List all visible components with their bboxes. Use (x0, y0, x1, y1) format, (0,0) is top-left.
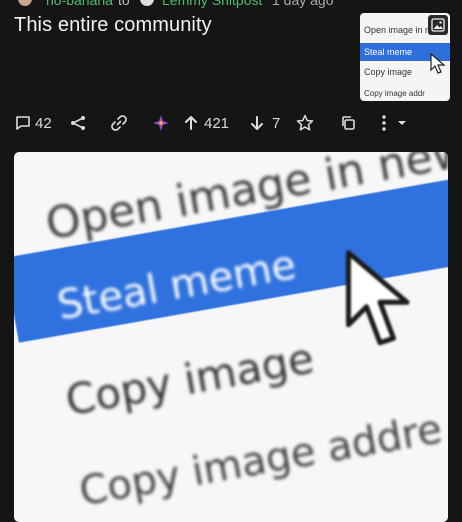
upvote-count: 421 (204, 114, 230, 132)
arrow-down-icon (251, 116, 263, 130)
post-time: 1 day ago (272, 0, 334, 8)
copy-button[interactable] (340, 110, 356, 136)
upvote-button[interactable]: 421 (184, 110, 229, 136)
author-avatar[interactable] (18, 0, 32, 6)
author-link[interactable]: no-banana (46, 0, 113, 8)
more-options-button[interactable] (380, 110, 408, 136)
more-vertical-icon (382, 115, 386, 131)
downvote-count: 7 (272, 114, 281, 132)
post-title[interactable]: This entire community (14, 14, 212, 37)
share-button[interactable] (70, 110, 86, 136)
comment-icon (16, 116, 30, 130)
cross-post-button[interactable] (152, 110, 170, 136)
image-text-line-4: Copy image addre (76, 406, 446, 516)
star-burst-icon (153, 115, 169, 131)
downvote-button[interactable]: 7 (250, 110, 280, 136)
copy-link-button[interactable] (110, 110, 128, 136)
image-expand-icon[interactable] (428, 15, 448, 35)
chevron-down-icon (398, 121, 406, 125)
cursor-icon (430, 53, 446, 74)
thumb-line-3: Copy image (364, 67, 413, 77)
post-meta: no-banana to Lemmy Shitpost 1 day ago (0, 0, 462, 8)
community-link[interactable]: Lemmy Shitpost (162, 0, 262, 8)
community-avatar[interactable] (140, 0, 154, 6)
thumb-line-4: Copy image addr (364, 89, 425, 98)
share-icon (71, 116, 85, 130)
link-icon (111, 115, 127, 131)
comments-count: 42 (35, 114, 52, 132)
comments-button[interactable]: 42 (15, 110, 52, 136)
to-label: to (118, 0, 130, 8)
arrow-up-icon (185, 116, 197, 130)
star-icon (296, 114, 314, 131)
cursor-icon (346, 250, 410, 346)
post-image[interactable]: Open image in new Steal meme Copy image … (14, 152, 448, 522)
post-thumbnail[interactable]: Open image in new Steal meme Copy image … (360, 13, 450, 101)
post-actions: 42 421 7 (0, 110, 462, 136)
image-text-line-3: Copy image (62, 333, 318, 426)
copy-icon (342, 116, 355, 130)
save-button[interactable] (296, 110, 314, 136)
